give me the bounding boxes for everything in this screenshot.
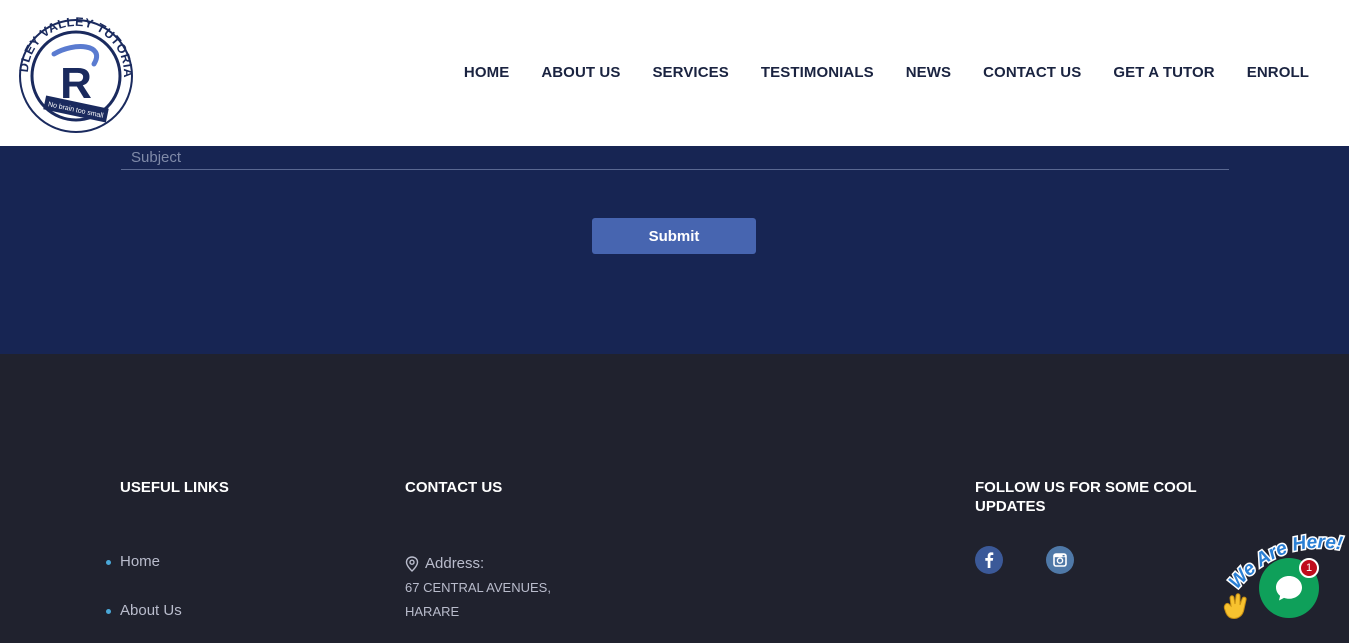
waving-hand-icon (1223, 593, 1247, 619)
address-line-1: 67 CENTRAL AVENUES, (405, 580, 551, 595)
address-label: Address: (405, 555, 484, 572)
location-pin-icon (405, 555, 419, 572)
nav-news[interactable]: NEWS (906, 64, 951, 81)
bullet-icon (106, 609, 111, 614)
main-nav: HOME ABOUT US SERVICES TESTIMONIALS NEWS… (432, 64, 1309, 81)
address-label-text: Address: (425, 555, 485, 572)
footer-link-about-us[interactable]: About Us (120, 602, 182, 619)
chat-notification-badge: 1 (1299, 558, 1319, 578)
facebook-icon (975, 546, 1003, 574)
instagram-link[interactable] (1046, 546, 1074, 574)
logo-emblem: RIDLEY VALLEY TUTORIAL R No brain too sm… (9, 1, 135, 133)
list-item: About Us (106, 602, 182, 643)
submit-button[interactable]: Submit (592, 218, 756, 254)
site-logo[interactable]: RIDLEY VALLEY TUTORIAL R No brain too sm… (9, 1, 138, 134)
instagram-icon (1046, 546, 1074, 574)
address-line-2: HARARE (405, 604, 460, 619)
follow-us-title: FOLLOW US FOR SOME COOL UPDATES (975, 478, 1197, 516)
nav-get-a-tutor[interactable]: GET A TUTOR (1113, 64, 1214, 81)
list-item: Home (106, 553, 182, 602)
nav-contact-us[interactable]: CONTACT US (983, 64, 1081, 81)
facebook-link[interactable] (975, 546, 1003, 574)
follow-us-title-line-1: FOLLOW US FOR SOME COOL (975, 479, 1197, 496)
site-footer: USEFUL LINKS Home About Us CONTACT US Ad… (0, 354, 1349, 643)
footer-link-home[interactable]: Home (120, 553, 160, 570)
useful-links-list: Home About Us (106, 553, 182, 643)
subject-input[interactable] (121, 146, 1229, 170)
nav-about-us[interactable]: ABOUT US (541, 64, 620, 81)
nav-services[interactable]: SERVICES (652, 64, 728, 81)
nav-testimonials[interactable]: TESTIMONIALS (761, 64, 874, 81)
contact-us-title: CONTACT US (405, 479, 503, 496)
bullet-icon (106, 560, 111, 565)
contact-form-section: Submit (0, 146, 1349, 354)
useful-links-title: USEFUL LINKS (120, 479, 229, 496)
site-header: RIDLEY VALLEY TUTORIAL R No brain too sm… (0, 0, 1349, 146)
follow-us-title-line-2: UPDATES (975, 498, 1046, 515)
nav-enroll[interactable]: ENROLL (1247, 64, 1309, 81)
nav-home[interactable]: HOME (464, 64, 509, 81)
chat-widget[interactable]: We Are Here! 1 (1219, 528, 1349, 643)
chat-bubble-icon (1276, 576, 1302, 601)
